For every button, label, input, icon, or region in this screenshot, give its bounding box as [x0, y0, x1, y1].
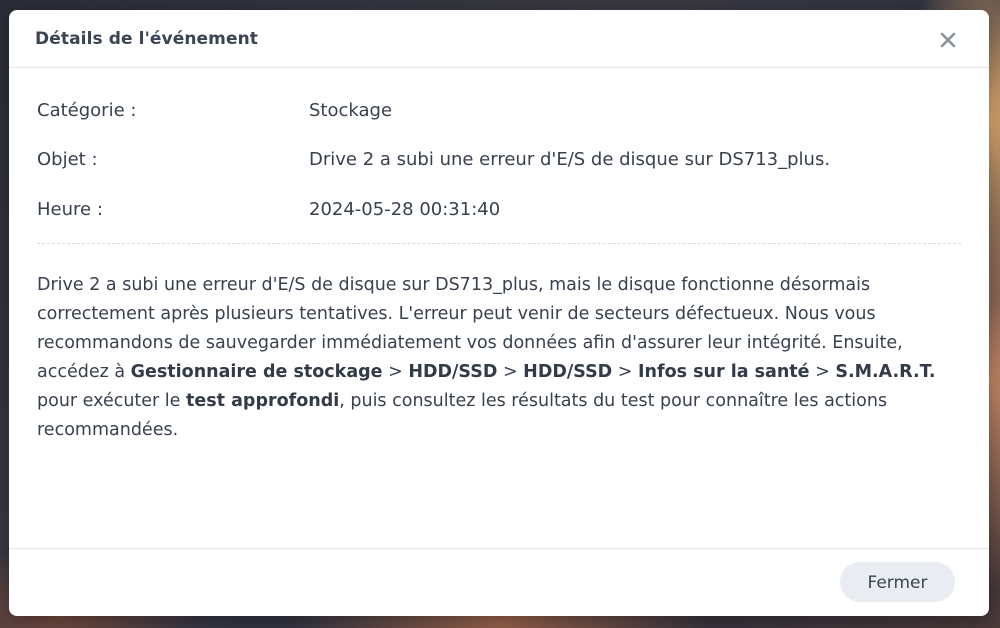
path-separator: > — [497, 362, 524, 382]
dialog-header: Détails de l'événement — [9, 10, 989, 68]
hdd-ssd-text: HDD/SSD — [408, 362, 498, 382]
smart-text: S.M.A.R.T. — [835, 362, 936, 382]
description-text: pour exécuter le — [37, 391, 186, 411]
path-separator: > — [612, 362, 639, 382]
object-label: Objet : — [37, 149, 98, 170]
close-icon[interactable] — [935, 27, 961, 53]
extended-test-text: test approfondi — [186, 391, 340, 411]
dialog-footer: Fermer — [9, 548, 989, 616]
time-label: Heure : — [37, 199, 103, 220]
path-separator: > — [809, 362, 836, 382]
time-value: 2024-05-28 00:31:40 — [309, 199, 501, 220]
health-info-text: Infos sur la santé — [638, 362, 810, 382]
hdd-ssd-text: HDD/SSD — [523, 362, 613, 382]
category-label: Catégorie : — [37, 100, 137, 121]
dashed-divider — [37, 243, 961, 244]
category-value: Stockage — [309, 100, 393, 121]
object-value: Drive 2 a subi une erreur d'E/S de disqu… — [309, 149, 831, 170]
event-description: Drive 2 a subi une erreur d'E/S de disqu… — [37, 271, 972, 445]
close-button[interactable]: Fermer — [840, 562, 955, 602]
event-details-dialog: Détails de l'événement Catégorie : Stock… — [9, 10, 989, 616]
path-separator: > — [382, 362, 409, 382]
dialog-title: Détails de l'événement — [35, 29, 259, 49]
storage-manager-link-text: Gestionnaire de stockage — [130, 362, 383, 382]
